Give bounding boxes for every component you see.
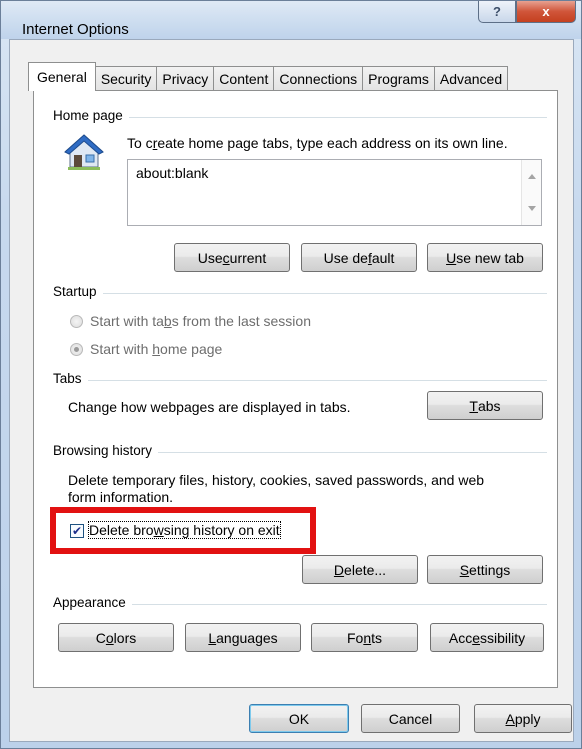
home-page-address-value: about:blank [136, 165, 209, 181]
delete-on-exit-checkbox[interactable]: ✔ [70, 524, 84, 538]
startup-divider [60, 293, 547, 294]
accessibility-button[interactable]: Acc e ssibility [430, 623, 544, 652]
cancel-button[interactable]: Cancel [361, 704, 460, 733]
startup-group-label: Startup [53, 284, 103, 299]
browsing-history-group-label: Browsing history [53, 443, 159, 458]
appearance-group-label: Appearance [53, 595, 132, 610]
home-page-instruction: To create home page tabs, type each addr… [127, 135, 508, 151]
help-icon: ? [493, 4, 501, 19]
startup-last-session-label: Start with tabs from the last session [90, 313, 311, 329]
apply-button[interactable]: Apply [474, 704, 572, 733]
home-page-address-input[interactable]: about:blank [127, 159, 542, 226]
use-default-button[interactable]: Use de f ault [301, 243, 417, 272]
window-title: Internet Options [22, 21, 129, 38]
browsing-history-description-line2: form information. [68, 489, 174, 505]
startup-home-page-radio[interactable] [70, 343, 83, 356]
home-icon [64, 134, 104, 170]
tabs-group-label: Tabs [53, 371, 88, 386]
tabs-settings-button[interactable]: Tabs [427, 391, 543, 420]
help-button[interactable]: ? [478, 1, 516, 23]
use-new-tab-button[interactable]: Use new tab [427, 243, 543, 272]
tabs-divider [60, 380, 547, 381]
home-page-group-label: Home page [53, 108, 129, 123]
ok-button[interactable]: OK [249, 704, 349, 733]
checkmark-icon: ✔ [71, 524, 83, 538]
startup-last-session-radio[interactable] [70, 315, 83, 328]
use-current-button[interactable]: Use c urrent [174, 243, 290, 272]
tab-general[interactable]: General [28, 62, 96, 91]
scroll-up-icon[interactable] [528, 174, 536, 179]
delete-on-exit-label: Delete browsing history on exit [88, 521, 281, 539]
home-page-divider [60, 117, 547, 118]
close-button[interactable]: x [516, 1, 576, 23]
title-bar: Internet Options ? x [1, 1, 581, 39]
address-scrollbar[interactable] [521, 160, 541, 225]
fonts-button[interactable]: Fo n ts [311, 623, 418, 652]
tab-privacy[interactable]: Privacy [156, 66, 215, 91]
startup-home-page-label: Start with home page [90, 341, 223, 357]
tab-connections[interactable]: Connections [273, 66, 364, 91]
tab-advanced[interactable]: Advanced [433, 66, 509, 91]
history-settings-button[interactable]: Settings [427, 555, 543, 584]
tab-strip: General Security Privacy Content Connect… [28, 62, 509, 91]
close-icon: x [542, 4, 550, 19]
browsing-history-description-line1: Delete temporary files, history, cookies… [68, 472, 485, 488]
delete-history-button[interactable]: Delete... [302, 555, 418, 584]
tab-security[interactable]: Security [94, 66, 158, 91]
languages-button[interactable]: Languages [185, 623, 301, 652]
appearance-divider [60, 604, 547, 605]
tab-content[interactable]: Content [213, 66, 275, 91]
colors-button[interactable]: Co lors [58, 623, 174, 652]
tab-programs[interactable]: Programs [362, 66, 435, 91]
tabs-description: Change how webpages are displayed in tab… [68, 399, 351, 415]
scroll-down-icon[interactable] [528, 206, 536, 211]
